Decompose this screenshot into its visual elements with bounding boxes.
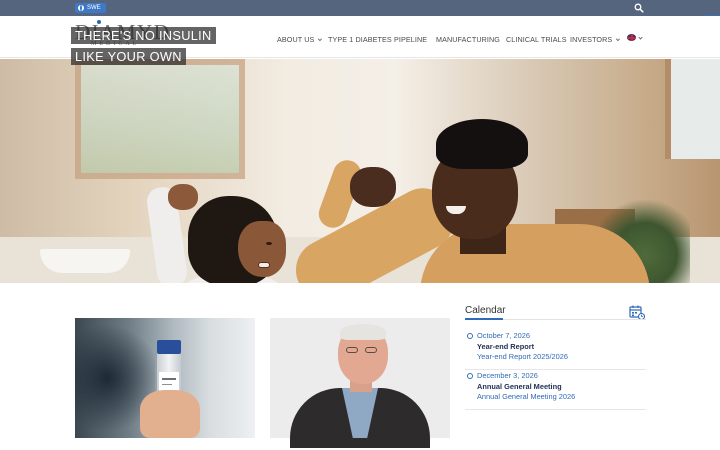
finger xyxy=(140,390,200,438)
clock-icon xyxy=(467,333,473,339)
uk-flag-icon[interactable] xyxy=(627,34,636,41)
vial-label-line xyxy=(162,378,176,380)
man-hair xyxy=(436,119,528,169)
top-bar: SWE xyxy=(0,0,720,16)
logo-dot xyxy=(97,20,101,24)
hero-window-right xyxy=(665,59,720,159)
hero-banner xyxy=(0,59,720,283)
event-title[interactable]: Annual General Meeting xyxy=(477,382,562,392)
nav-item-type-1-diabetes[interactable]: TYPE 1 DIABETES xyxy=(328,35,392,45)
portrait-hair xyxy=(340,324,386,340)
nav-item-manufacturing[interactable]: MANUFACTURING xyxy=(436,35,500,45)
hero-sink xyxy=(40,249,130,273)
portrait-glasses xyxy=(365,347,377,353)
portrait-glasses xyxy=(346,347,358,353)
nav-item-about-us[interactable]: ABOUT US xyxy=(277,35,323,45)
event-description: Year-end Report 2025/2026 xyxy=(477,352,568,361)
calendar-event[interactable]: December 3, 2026 Annual General Meeting … xyxy=(465,370,646,410)
girl-eye xyxy=(266,242,272,245)
hero-headline-line-2: LIKE YOUR OWN xyxy=(71,48,186,65)
language-switch-button[interactable]: SWE xyxy=(75,3,106,13)
nav-item-pipeline[interactable]: PIPELINE xyxy=(394,35,427,45)
chevron-down-icon xyxy=(318,36,323,42)
girl-mouth xyxy=(258,262,270,268)
calendar-event[interactable]: October 7, 2026 Year-end Report Year-end… xyxy=(465,330,646,370)
girl-face xyxy=(238,221,286,277)
chevron-down-icon xyxy=(616,36,621,42)
hero-headline-line-1: THERE'S NO INSULIN xyxy=(71,27,216,44)
calendar-divider-accent xyxy=(465,318,503,320)
girl-fist xyxy=(168,184,198,210)
nav-item-investors[interactable]: INVESTORS xyxy=(570,35,621,45)
hero-headline: THERE'S NO INSULIN LIKE YOUR OWN xyxy=(71,27,216,69)
language-switch-label: SWE xyxy=(87,5,101,11)
nav-item-clinical-trials[interactable]: CLINICAL TRIALS xyxy=(506,35,567,45)
vial-label-line xyxy=(162,384,172,385)
calendar-title: Calendar xyxy=(465,305,506,316)
search-icon[interactable] xyxy=(634,3,644,13)
event-date: October 7, 2026 xyxy=(477,331,531,340)
clock-icon xyxy=(467,373,473,379)
globe-icon xyxy=(78,5,84,11)
man-fist xyxy=(350,167,396,207)
vial-cap xyxy=(157,340,181,354)
calendar-icon[interactable] xyxy=(629,304,645,320)
hero-window xyxy=(75,59,245,179)
event-date: December 3, 2026 xyxy=(477,371,538,380)
event-title[interactable]: Year-end Report xyxy=(477,342,534,352)
event-description: Annual General Meeting 2026 xyxy=(477,392,576,401)
